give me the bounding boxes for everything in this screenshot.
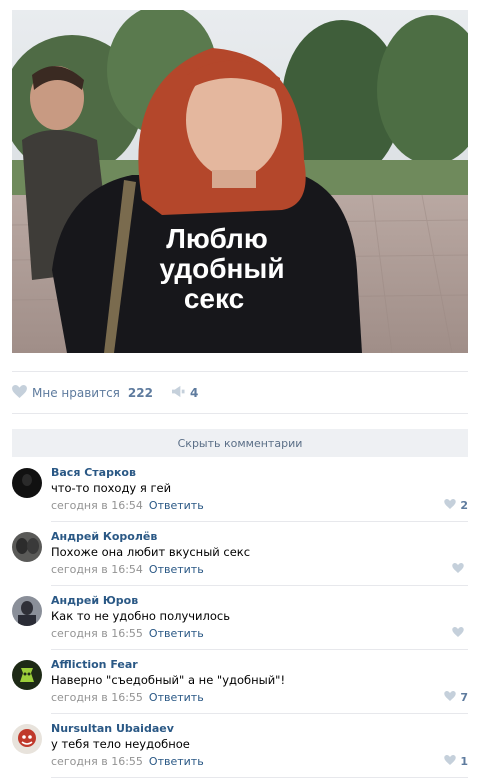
heart-icon — [444, 691, 457, 704]
comment-text: Как то не удобно получилось — [51, 609, 231, 623]
comment-date[interactable]: сегодня в 16:55 — [51, 755, 143, 768]
avatar[interactable] — [12, 596, 42, 626]
shirt-text-line-1: Люблю — [166, 223, 268, 254]
heart-icon — [452, 627, 464, 640]
comment-meta: сегодня в 16:54 Ответить — [51, 499, 204, 512]
comment-author[interactable]: Андрей Королёв — [51, 530, 157, 543]
reply-button[interactable]: Ответить — [149, 691, 204, 704]
comment-like-count: 1 — [460, 755, 468, 768]
avatar[interactable] — [12, 468, 42, 498]
share-button[interactable]: 4 — [171, 385, 198, 401]
shirt-text-line-3: секс — [184, 283, 244, 314]
comment-date[interactable]: сегодня в 16:54 — [51, 499, 143, 512]
comment-date[interactable]: сегодня в 16:55 — [51, 691, 143, 704]
comment-like-button[interactable] — [452, 563, 468, 576]
comment-like-button[interactable]: 7 — [444, 691, 468, 704]
comment-meta: сегодня в 16:55 Ответить — [51, 755, 204, 768]
comment-item: Nursultan Ubaidaev у тебя тело неудобное… — [12, 714, 468, 778]
hide-comments-button[interactable]: Скрыть комментарии — [12, 429, 468, 457]
megaphone-icon — [171, 385, 186, 401]
reply-button[interactable]: Ответить — [149, 563, 204, 576]
comment-like-button[interactable]: 1 — [444, 755, 468, 768]
comment-meta: сегодня в 16:55 Ответить — [51, 627, 204, 640]
like-button[interactable]: Мне нравится 222 — [12, 385, 153, 401]
comment-text: Похоже она любит вкусный секс — [51, 545, 251, 559]
divider — [12, 413, 468, 414]
heart-icon — [452, 563, 464, 576]
heart-icon — [444, 755, 457, 768]
avatar[interactable] — [12, 532, 42, 562]
like-label: Мне нравится — [32, 386, 120, 400]
avatar[interactable] — [12, 660, 42, 690]
post-actions: Мне нравится 222 4 — [12, 383, 198, 403]
reply-button[interactable]: Ответить — [149, 499, 204, 512]
comment-date[interactable]: сегодня в 16:55 — [51, 627, 143, 640]
comment-item: Андрей Юров Как то не удобно получилось … — [12, 586, 468, 650]
comment-text: Наверно "съедобный" а не "удобный"! — [51, 673, 286, 687]
comment-like-count: 2 — [460, 499, 468, 512]
comment-item: Вася Старков что-то походу я гей сегодня… — [12, 458, 468, 522]
comment-like-count: 7 — [460, 691, 468, 704]
avatar[interactable] — [12, 724, 42, 754]
reply-button[interactable]: Ответить — [149, 627, 204, 640]
comment-author[interactable]: Nursultan Ubaidaev — [51, 722, 174, 735]
reply-button[interactable]: Ответить — [149, 755, 204, 768]
comment-meta: сегодня в 16:54 Ответить — [51, 563, 204, 576]
heart-icon — [12, 385, 27, 401]
comment-text: у тебя тело неудобное — [51, 737, 190, 751]
comment-meta: сегодня в 16:55 Ответить — [51, 691, 204, 704]
post-photo[interactable]: Люблю удобный секс — [12, 10, 468, 353]
divider — [12, 371, 468, 372]
comment-author[interactable]: Андрей Юров — [51, 594, 138, 607]
comment-text: что-то походу я гей — [51, 481, 172, 495]
comment-author[interactable]: Вася Старков — [51, 466, 136, 479]
comment-like-button[interactable] — [452, 627, 468, 640]
shirt-text-line-2: удобный — [159, 253, 284, 284]
share-count: 4 — [189, 386, 199, 400]
divider — [51, 777, 468, 778]
photo-image: Люблю удобный секс — [12, 10, 468, 353]
comment-author[interactable]: Affliction Fear — [51, 658, 138, 671]
heart-icon — [444, 499, 457, 512]
comment-item: Affliction Fear Наверно "съедобный" а не… — [12, 650, 468, 714]
comment-date[interactable]: сегодня в 16:54 — [51, 563, 143, 576]
like-count: 222 — [127, 386, 153, 400]
comment-like-button[interactable]: 2 — [444, 499, 468, 512]
comment-item: Андрей Королёв Похоже она любит вкусный … — [12, 522, 468, 586]
